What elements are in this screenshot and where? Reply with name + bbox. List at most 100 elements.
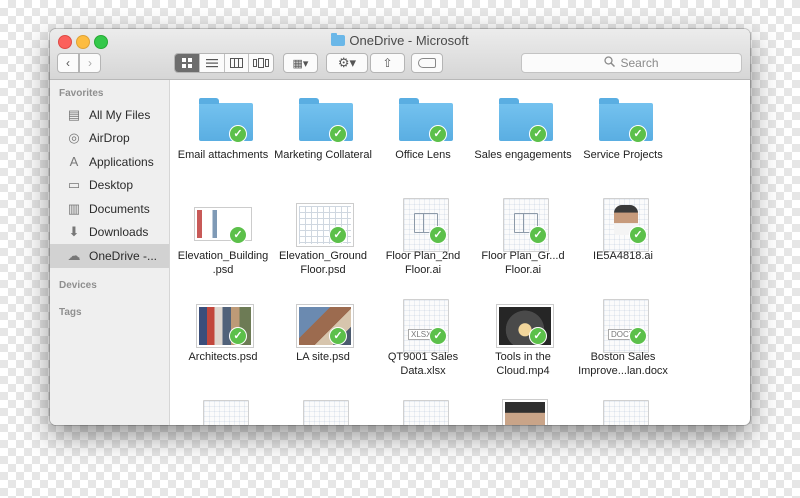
- file-item[interactable]: ✓ IE5A4818.ai: [573, 191, 673, 292]
- grid-icon: [181, 58, 192, 68]
- list-view-button[interactable]: [200, 54, 225, 72]
- cover-flow-button[interactable]: [249, 54, 273, 72]
- sidebar-item-label: Documents: [89, 201, 150, 216]
- file-item[interactable]: DOCX ✓ Boston Sales Improve...lan.docx: [573, 292, 673, 393]
- sync-check-icon: ✓: [529, 327, 547, 345]
- sidebar-item-label: Desktop: [89, 178, 134, 193]
- all-files-icon: ▤: [67, 106, 81, 122]
- sidebar-item-label: All My Files: [89, 107, 151, 122]
- back-arrow-icon: ‹: [66, 56, 70, 70]
- ai-file-icon: [603, 198, 649, 252]
- file-item[interactable]: ✓ Sales engagements: [473, 90, 573, 191]
- share-button[interactable]: ⇧: [370, 53, 405, 73]
- sync-check-icon: ✓: [429, 226, 447, 244]
- onedrive-folder-icon: [331, 33, 346, 46]
- sidebar-item-label: AirDrop: [89, 131, 130, 146]
- file-item[interactable]: ✓ Email attachments: [173, 90, 273, 191]
- sidebar-item[interactable]: ▭ Desktop: [50, 174, 169, 198]
- file-item[interactable]: ✓ Architects.psd: [173, 292, 273, 393]
- document-icon: [303, 400, 349, 425]
- title-bar[interactable]: OneDrive - Microsoft ‹ › ▦▾ ⚙▾ ⇧ Search: [50, 29, 750, 80]
- file-item[interactable]: [473, 393, 573, 425]
- file-item[interactable]: ✓ Office Lens: [373, 90, 473, 191]
- file-thumbnail: [295, 398, 351, 425]
- window-title-text: OneDrive - Microsoft: [349, 33, 469, 48]
- file-item[interactable]: ✓ Service Projects: [573, 90, 673, 191]
- sync-check-icon: ✓: [429, 327, 447, 345]
- file-item[interactable]: ✓ Marketing Collateral: [273, 90, 373, 191]
- file-thumbnail: [595, 398, 651, 425]
- file-name: Sales engagements: [474, 149, 572, 161]
- forward-arrow-icon: ›: [88, 56, 92, 70]
- file-name: Tools in the Cloud.mp4: [495, 351, 551, 377]
- devices-heading: Devices: [59, 279, 97, 291]
- icon-view-button[interactable]: [175, 54, 200, 72]
- sidebar-item[interactable]: ▥ Documents: [50, 197, 169, 221]
- file-name: Office Lens: [395, 149, 451, 161]
- file-item[interactable]: ✓ Elevation_Ground Floor.psd: [273, 191, 373, 292]
- file-thumbnail: ✓: [195, 95, 253, 143]
- sidebar-item[interactable]: ⬇ Downloads: [50, 221, 169, 245]
- sidebar-item[interactable]: ▤ All My Files: [50, 103, 169, 127]
- arrange-icon: ▦▾: [292, 57, 309, 70]
- forward-button[interactable]: ›: [79, 53, 101, 73]
- window-title: OneDrive - Microsoft: [50, 33, 750, 48]
- file-thumbnail: ✓: [195, 196, 251, 244]
- arrange-button[interactable]: ▦▾: [283, 53, 318, 73]
- sidebar-item-label: OneDrive -...: [89, 248, 158, 263]
- file-item[interactable]: [173, 393, 273, 425]
- file-thumbnail: ✓: [395, 95, 453, 143]
- search-placeholder: Search: [620, 56, 659, 70]
- file-thumbnail: ✓: [395, 196, 451, 252]
- sync-check-icon: ✓: [629, 327, 647, 345]
- back-button[interactable]: ‹: [57, 53, 79, 73]
- search-field[interactable]: Search: [521, 53, 742, 73]
- xlsx-file-icon: XLSX: [403, 299, 449, 353]
- tag-button[interactable]: [411, 53, 443, 73]
- favorites-list: ▤ All My Files ◎ AirDrop A Applications ▭ Deskt…: [50, 103, 169, 268]
- column-view-button[interactable]: [225, 54, 250, 72]
- ai-file-icon: [503, 198, 549, 252]
- file-name: Floor Plan_Gr...d Floor.ai: [481, 250, 565, 276]
- file-thumbnail: ✓: [195, 297, 253, 347]
- file-thumbnail: ✓: [295, 196, 353, 246]
- file-name: Email attachments: [177, 149, 269, 161]
- columns-icon: [229, 58, 243, 68]
- file-item[interactable]: ✓ Floor Plan_Gr...d Floor.ai: [473, 191, 573, 292]
- file-name: QT9001 Sales Data.xlsx: [387, 351, 459, 377]
- file-thumbnail: ✓: [295, 95, 353, 143]
- desktop-icon: ▭: [67, 177, 81, 193]
- finder-window: OneDrive - Microsoft ‹ › ▦▾ ⚙▾ ⇧ Search …: [50, 29, 750, 425]
- file-item[interactable]: ✓ Tools in the Cloud.mp4: [473, 292, 573, 393]
- file-item[interactable]: ✓ LA site.psd: [273, 292, 373, 393]
- file-name: IE5A4818.ai: [593, 250, 653, 262]
- file-thumbnail: ✓: [295, 297, 353, 347]
- file-item[interactable]: ✓ Elevation_Building .psd: [173, 191, 273, 292]
- file-thumbnail: [395, 398, 451, 425]
- sync-check-icon: ✓: [529, 226, 547, 244]
- file-thumbnail: ✓: [495, 196, 551, 252]
- file-item[interactable]: XLSX ✓ QT9001 Sales Data.xlsx: [373, 292, 473, 393]
- gear-icon: ⚙▾: [337, 55, 357, 70]
- action-button[interactable]: ⚙▾: [326, 53, 368, 73]
- sidebar-item[interactable]: ◎ AirDrop: [50, 127, 169, 151]
- file-browser: ✓ Email attachments ✓ Marketing Collateral ✓…: [170, 80, 750, 425]
- file-thumbnail: ✓: [495, 297, 553, 347]
- file-item[interactable]: ✓ Floor Plan_2nd Floor.ai: [373, 191, 473, 292]
- file-item[interactable]: [273, 393, 373, 425]
- document-icon: [203, 400, 249, 425]
- sidebar-item[interactable]: A Applications: [50, 150, 169, 174]
- file-thumbnail: ✓: [495, 95, 553, 143]
- file-item[interactable]: [573, 393, 673, 425]
- applications-icon: A: [69, 154, 79, 170]
- file-name: Service Projects: [583, 149, 663, 161]
- file-name: LA site.psd: [296, 351, 350, 363]
- file-name: Boston Sales Improve...lan.docx: [578, 351, 668, 377]
- sync-check-icon: ✓: [329, 125, 347, 143]
- sync-check-icon: ✓: [229, 327, 247, 345]
- file-item[interactable]: [373, 393, 473, 425]
- tag-icon: [418, 58, 436, 68]
- file-thumbnail: [195, 398, 251, 425]
- sidebar-item[interactable]: ☁ OneDrive -...: [50, 244, 169, 268]
- file-thumbnail: DOCX ✓: [595, 297, 651, 353]
